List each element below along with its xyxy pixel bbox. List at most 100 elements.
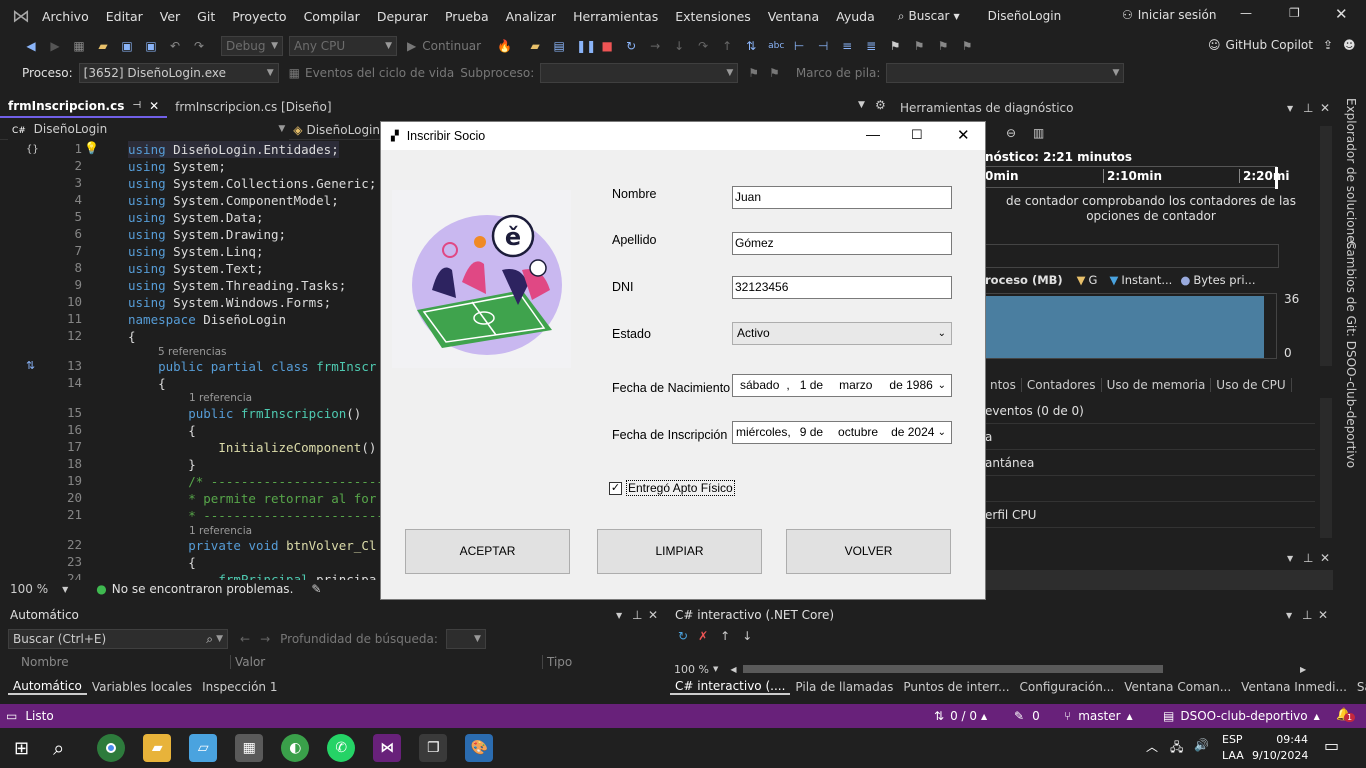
code-line[interactable]: } [128, 456, 196, 473]
chart-icon[interactable]: ▥ [1033, 126, 1044, 140]
chevron-up-icon[interactable]: ︿ [1146, 738, 1158, 755]
stop-icon[interactable]: ■ [600, 39, 614, 53]
save-all-icon[interactable]: ▣ [144, 39, 158, 53]
code-line[interactable]: using System; [128, 158, 226, 175]
subprocess-select[interactable]: ▼ [540, 63, 739, 83]
pause-icon[interactable]: ❚❚ [576, 39, 596, 53]
code-line[interactable]: using DiseñoLogin.Entidades; [128, 141, 339, 158]
chevron-down-icon[interactable]: ▼ [1287, 104, 1293, 113]
code-line[interactable]: * permite retornar al for [128, 490, 376, 507]
brush-icon[interactable]: ✎ [311, 582, 321, 596]
code-line[interactable]: private void btnVolver_Cl [128, 537, 376, 554]
tab-frminscripcion-cs[interactable]: frmInscripcion.cs ⊣ ✕ [0, 95, 168, 118]
comment-icon[interactable]: ≡ [840, 39, 854, 53]
code-line[interactable]: using System.ComponentModel; [128, 192, 339, 209]
close-button[interactable]: ✕ [1335, 5, 1348, 23]
diag-tab[interactable]: ntos [985, 378, 1022, 392]
pin-icon[interactable]: ⊥ [1302, 608, 1312, 622]
date-weekday[interactable]: miércoles, [736, 422, 791, 443]
scroll-thumb[interactable] [742, 665, 1163, 673]
process-select[interactable]: [3652] DiseñoLogin.exe ▼ [78, 63, 279, 83]
diag-tab[interactable]: Uso de memoria [1102, 378, 1212, 392]
aceptar-button[interactable]: ACEPTAR [405, 529, 570, 574]
chevron-down-icon[interactable]: ▼ [616, 611, 622, 620]
minimize-button[interactable]: — [1240, 6, 1252, 20]
chrome-icon[interactable] [97, 734, 126, 762]
close-icon[interactable]: ✕ [149, 95, 159, 117]
scroll-right-icon[interactable]: ▶ [1300, 665, 1306, 674]
scroll-left-icon[interactable]: ◀ [730, 665, 736, 674]
chevron-down-icon[interactable]: ⌄ [938, 375, 946, 396]
prev-bookmark-icon[interactable]: ⚑ [912, 39, 926, 53]
code-line[interactable]: * --------------------------- [128, 507, 380, 524]
diag-summary-row[interactable]: erfil CPU [985, 502, 1315, 528]
menu-item-archivo[interactable]: Archivo [42, 9, 89, 24]
menu-item-herramientas[interactable]: Herramientas [573, 9, 658, 24]
restart-icon[interactable]: ↻ [624, 39, 638, 53]
solution-explorer-tab[interactable]: Explorador de soluciones [1344, 98, 1358, 249]
search-icon[interactable]: ⌕ [53, 736, 64, 760]
diag-scrollbar-lower[interactable] [1320, 398, 1332, 538]
chevron-down-icon[interactable]: ▼ [1287, 554, 1293, 563]
fecha-inscripcion-picker[interactable]: miércoles, 9 de octubre de 2024 ⌄ [732, 421, 952, 444]
vs-logo-icon[interactable]: ⋈ [12, 6, 30, 27]
continue-button[interactable]: ▶ Continuar [407, 39, 481, 53]
copilot-button[interactable]: ☺ GitHub Copilot ⇪ ☻ [1208, 38, 1356, 52]
lightbulb-icon[interactable]: 💡 [84, 141, 99, 155]
chevron-down-icon[interactable]: ▼ [1286, 611, 1292, 620]
new-project-icon[interactable]: ▦ [72, 39, 86, 53]
zoom-level[interactable]: 100 % [10, 582, 48, 596]
properties-combo[interactable] [985, 570, 1333, 590]
class-nav-select[interactable]: ◈ DiseñoLogin [293, 123, 380, 137]
history-down-icon[interactable]: ↓ [742, 629, 752, 643]
panel-tab[interactable]: Pila de llamadas [790, 680, 898, 694]
flag-icon[interactable]: ⚑ [748, 66, 759, 80]
open-folder-icon[interactable]: ▰ [96, 39, 110, 53]
date-weekday[interactable]: sábado [740, 375, 779, 396]
tab-frminscripcion-design[interactable]: frmInscripcion.cs [Diseño] [167, 96, 339, 118]
file-explorer-icon[interactable]: ▰ [143, 734, 172, 762]
code-line[interactable]: { [128, 328, 136, 345]
date-day[interactable]: 1 de [800, 375, 823, 396]
config-select[interactable]: Debug ▼ [221, 36, 283, 56]
date-month[interactable]: octubre [838, 422, 878, 443]
notifications-button[interactable]: 🔔 1 [1336, 707, 1356, 722]
reference-count[interactable]: 1 referencia [189, 525, 252, 537]
panel-tab[interactable]: C# interactivo (.... [670, 679, 791, 695]
language-indicator[interactable]: ESP LAA [1222, 732, 1244, 764]
diag-summary-row[interactable]: eventos (0 de 0) [985, 398, 1315, 424]
reference-count[interactable]: 1 referencia [189, 392, 252, 404]
zoom-level[interactable]: 100 % [674, 663, 709, 676]
gear-icon[interactable]: ⚙ [875, 98, 886, 112]
diag-tab[interactable]: Contadores [1022, 378, 1102, 392]
calculator-icon[interactable]: ▦ [235, 734, 264, 762]
menu-item-prueba[interactable]: Prueba [445, 9, 489, 24]
step-into-icon[interactable]: ↓ [672, 39, 686, 53]
repo-selector[interactable]: ▤ DSOO-club-deportivo ▲ [1163, 709, 1320, 723]
chevron-down-icon[interactable]: ⌄ [938, 422, 946, 443]
depth-select[interactable]: ▼ [445, 629, 486, 649]
menu-item-proyecto[interactable]: Proyecto [232, 9, 286, 24]
zoom-out-icon[interactable]: ⊖ [1006, 126, 1016, 140]
windows-start-icon[interactable]: ⊞ [14, 738, 29, 759]
pin-icon[interactable]: ⊣ [132, 95, 141, 117]
chevron-down-icon[interactable]: ▼ [713, 665, 718, 673]
maximize-button[interactable]: ☐ [911, 127, 923, 143]
code-line[interactable]: { [128, 375, 166, 392]
changes-indicator[interactable]: ⇅ 0 / 0 ▲ [934, 709, 987, 723]
forward-icon[interactable]: ▶ [48, 39, 62, 53]
chevron-down-icon[interactable]: ▼ [62, 585, 68, 594]
undo-icon[interactable]: ↶ [168, 39, 182, 53]
panel-tab[interactable]: Ventana Coman... [1119, 680, 1236, 694]
code-line[interactable]: using System.Text; [128, 260, 263, 277]
code-line[interactable]: { [128, 422, 196, 439]
outdent-icon[interactable]: ⊣ [816, 39, 830, 53]
fecha-nacimiento-picker[interactable]: sábado , 1 de marzo de 1986 ⌄ [732, 374, 952, 397]
diag-summary-row[interactable]: antánea [985, 450, 1315, 476]
code-line[interactable]: InitializeComponent() [128, 439, 376, 456]
panel-tab[interactable]: Variables locales [87, 680, 197, 694]
panel-tab[interactable]: Automático [8, 679, 87, 695]
branch-selector[interactable]: ⑂ master ▲ [1064, 709, 1133, 723]
step-icon[interactable]: → [648, 39, 662, 53]
visual-studio-icon[interactable]: ⋈ [373, 734, 402, 762]
